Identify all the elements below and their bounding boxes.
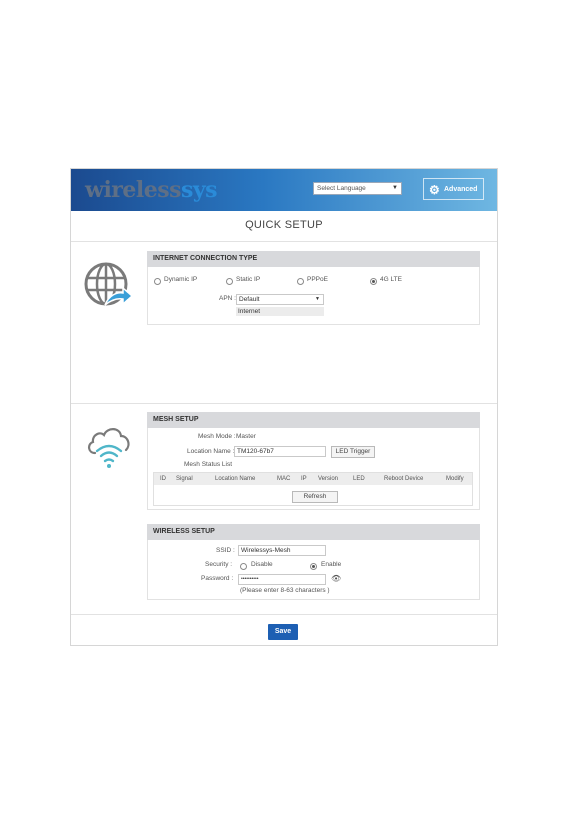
internet-connection-panel: Dynamic IP Static IP PPPoE 4G LTE APN : …	[147, 267, 480, 325]
cloud-wifi-icon	[85, 423, 133, 469]
column-reboot-device: Reboot Device	[384, 476, 424, 482]
apn-option-internet[interactable]: Internet	[236, 307, 324, 316]
divider	[71, 241, 497, 242]
password-label: Password :	[201, 575, 234, 582]
led-trigger-button[interactable]: LED Trigger	[331, 446, 375, 458]
security-enable-label: Enable	[321, 561, 342, 568]
refresh-button[interactable]: Refresh	[292, 491, 338, 503]
radio-pppoe[interactable]	[297, 278, 304, 285]
internet-connection-header: INTERNET CONNECTION TYPE	[147, 251, 480, 267]
mesh-mode-label: Mesh Mode :	[198, 433, 236, 440]
globe-icon	[83, 261, 134, 311]
wireless-setup-panel: SSID : Wirelessys-Mesh Security : Disabl…	[147, 540, 480, 600]
language-select[interactable]: Select Language ▼	[313, 182, 402, 195]
divider	[71, 403, 497, 404]
apn-select-value: Default	[239, 296, 260, 303]
column-ip: IP	[301, 476, 307, 482]
advanced-button-label: Advanced	[444, 186, 478, 193]
column-location-name: Location Name	[215, 476, 256, 482]
language-select-label: Select Language	[317, 185, 366, 192]
save-button[interactable]: Save	[268, 624, 298, 640]
ssid-label: SSID :	[216, 547, 235, 554]
mesh-setup-header: MESH SETUP	[147, 412, 480, 428]
apn-label: APN :	[219, 295, 236, 302]
apn-select[interactable]: Default ▼	[236, 294, 324, 305]
wireless-setup-header: WIRELESS SETUP	[147, 524, 480, 540]
brand-logo: wirelesssys	[85, 177, 218, 203]
option-pppoe-label: PPPoE	[307, 276, 328, 283]
mesh-mode-value: Master	[236, 433, 256, 440]
column-mac: MAC	[277, 476, 291, 482]
gear-icon: ⚙	[429, 183, 440, 197]
radio-dynamic-ip[interactable]	[154, 278, 161, 285]
mesh-status-list-label: Mesh Status List	[184, 461, 233, 468]
security-disable-label: Disable	[251, 561, 273, 568]
advanced-button[interactable]: ⚙ Advanced	[423, 178, 484, 200]
column-version: Version	[318, 476, 339, 482]
radio-4g-lte[interactable]	[370, 278, 377, 285]
option-dynamic-ip-label: Dynamic IP	[164, 276, 198, 283]
ssid-input[interactable]: Wirelessys-Mesh	[238, 545, 326, 556]
security-label: Security :	[205, 561, 233, 568]
location-name-label: Location Name :	[187, 448, 235, 455]
password-hint: (Please enter 8-63 characters )	[240, 587, 330, 594]
router-setup-window: wirelesssys Select Language ▼ ⚙ Advanced…	[70, 168, 498, 646]
mesh-setup-panel: Mesh Mode : Master Location Name : TM120…	[147, 428, 480, 510]
logo-text-sys: sys	[181, 177, 218, 203]
location-name-input[interactable]: TM120-67b7	[234, 446, 326, 457]
option-static-ip-label: Static IP	[236, 276, 261, 283]
mesh-status-table: ID Signal Location Name MAC IP Version L…	[153, 472, 473, 506]
option-4g-lte-label: 4G LTE	[380, 276, 402, 283]
password-input[interactable]: ••••••••••	[238, 574, 326, 585]
divider	[71, 614, 497, 615]
radio-static-ip[interactable]	[226, 278, 233, 285]
column-modify: Modify	[446, 476, 464, 482]
chevron-down-icon: ▼	[392, 185, 398, 191]
table-header-row	[154, 473, 472, 485]
top-bar: wirelesssys Select Language ▼ ⚙ Advanced	[71, 169, 497, 211]
page-title: QUICK SETUP	[245, 219, 323, 231]
radio-security-enable[interactable]	[310, 563, 317, 570]
radio-security-disable[interactable]	[240, 563, 247, 570]
logo-text-wireless: wireless	[85, 177, 182, 203]
column-led: LED	[353, 476, 365, 482]
column-signal: Signal	[176, 476, 193, 482]
column-id: ID	[160, 476, 166, 482]
eye-icon[interactable]: 👁	[331, 574, 341, 583]
chevron-down-icon: ▼	[315, 296, 320, 302]
